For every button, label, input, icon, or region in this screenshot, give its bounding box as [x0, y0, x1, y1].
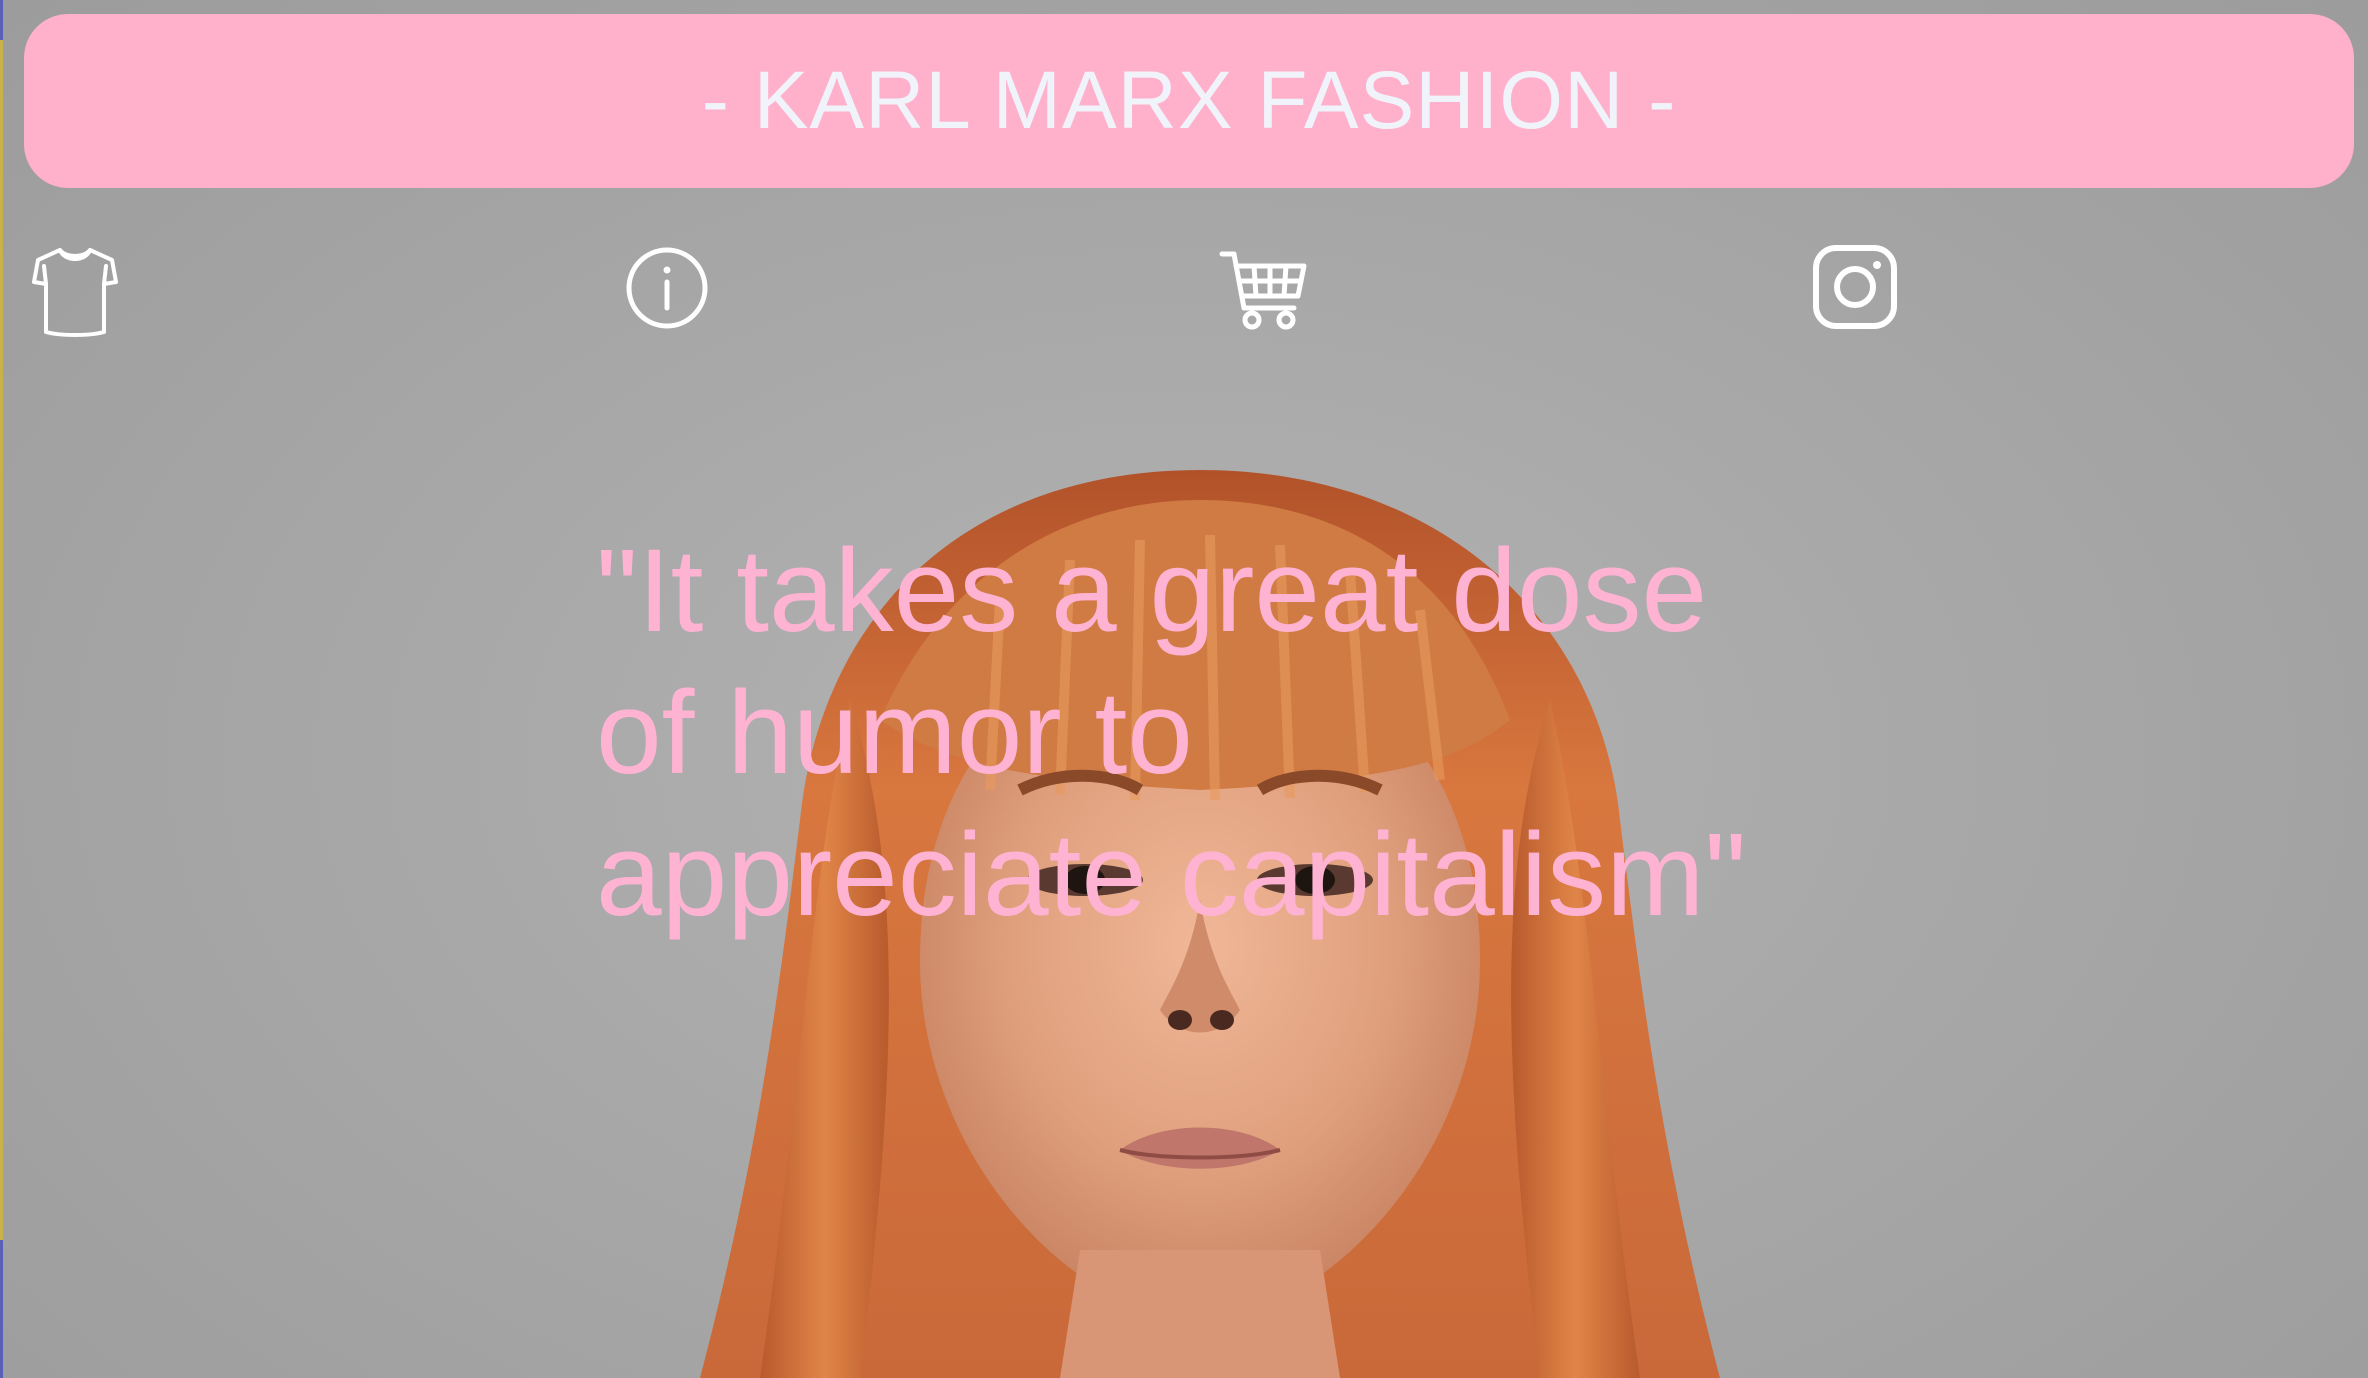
site-header-bar[interactable]: - KARL MARX FASHION -: [24, 14, 2354, 188]
quote-line: "It takes a great dose: [596, 525, 1708, 657]
instagram-icon[interactable]: [1810, 244, 1900, 340]
shopping-cart-icon[interactable]: [1218, 244, 1308, 340]
quote-line: of humor to: [596, 667, 1193, 799]
info-icon[interactable]: [622, 244, 712, 340]
quote-line: appreciate capitalism": [596, 809, 1747, 941]
icon-nav: [0, 244, 2368, 344]
hero-quote: "It takes a great dose of humor to appre…: [596, 520, 1846, 946]
page: - KARL MARX FASHION - "It takes a great …: [0, 0, 2368, 1378]
site-title: - KARL MARX FASHION -: [701, 55, 1677, 146]
tshirt-icon[interactable]: [30, 244, 120, 340]
